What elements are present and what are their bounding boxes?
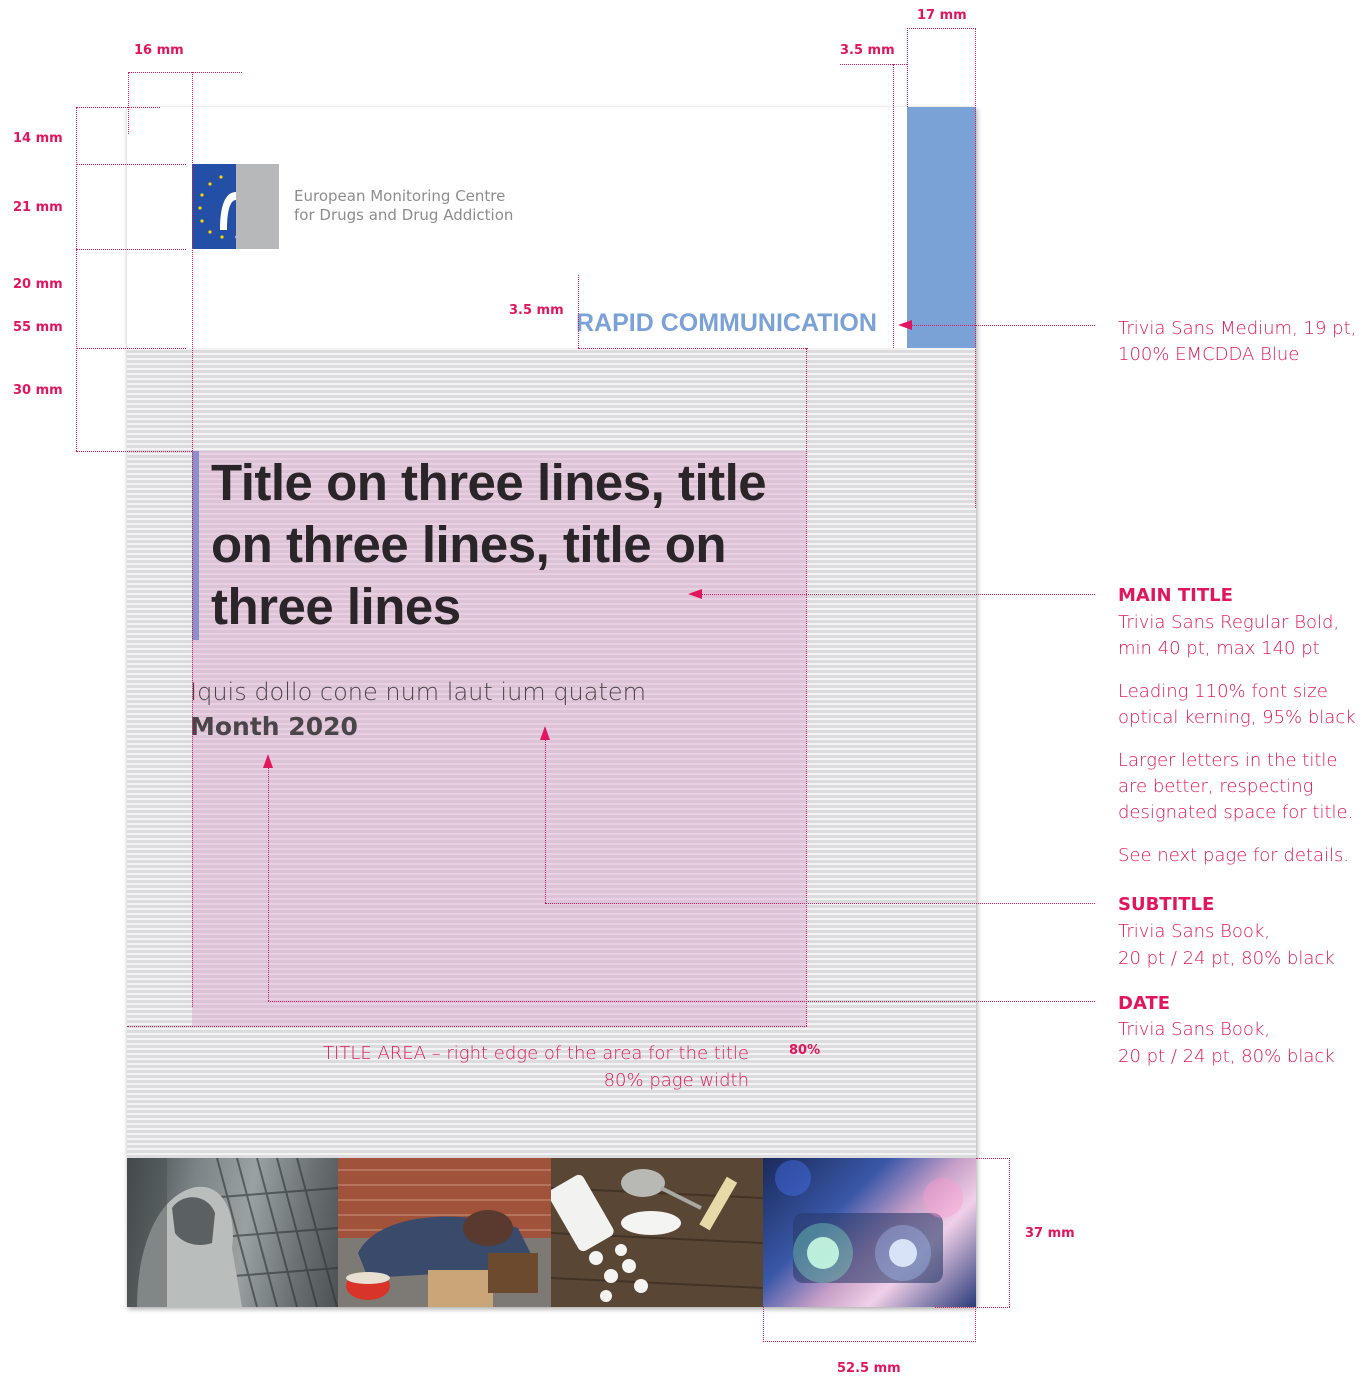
arrow-series-label-icon — [898, 320, 912, 330]
homeless-person-image — [338, 1158, 551, 1307]
date-heading: DATE — [1118, 993, 1171, 1014]
dim-top-margin: 16 mm — [134, 43, 184, 58]
main-title-heading: MAIN TITLE — [1118, 585, 1233, 606]
org-line-2: for Drugs and Drug Addiction — [294, 206, 514, 224]
blue-strip — [907, 107, 976, 348]
series-label-spec-2: 100% EMCDDA Blue — [1118, 344, 1300, 365]
dim-strip-width: 17 mm — [917, 8, 967, 23]
dim-logo-height: 21 mm — [13, 200, 63, 215]
date: Month 2020 — [190, 712, 358, 741]
main-title-spec-1: Trivia Sans Regular Bold, — [1118, 612, 1340, 633]
arrow-main-title-icon — [688, 589, 702, 599]
organization-name: European Monitoring Centre for Drugs and… — [294, 187, 513, 225]
arrow-subtitle-icon — [540, 726, 550, 740]
subtitle-spec-2: 20 pt / 24 pt, 80% black — [1118, 948, 1335, 969]
main-title-spec-5: Larger letters in the title — [1118, 750, 1338, 771]
dim-strip-gap: 3.5 mm — [840, 43, 895, 58]
main-title-spec-3: Leading 110% font size — [1118, 681, 1328, 702]
dim-title-area-width: 80% — [789, 1043, 821, 1058]
logo-grey-half — [236, 164, 279, 249]
dim-rapid-gap: 3.5 mm — [509, 303, 564, 318]
org-line-1: European Monitoring Centre — [294, 187, 506, 205]
arrow-date-icon — [263, 754, 273, 768]
series-label-spec-1: Trivia Sans Medium, 19 pt, — [1118, 318, 1357, 339]
photo-drugs — [551, 1158, 763, 1307]
dim-photo-width: 52.5 mm — [837, 1361, 901, 1376]
main-title-spec-7: designated space for title. — [1118, 802, 1354, 823]
title-area-note: TITLE AREA – right edge of the area for … — [250, 1040, 749, 1094]
main-title-spec-6: are better, respecting — [1118, 776, 1314, 797]
emcdda-logo — [192, 164, 268, 249]
subtitle: Iquis dollo cone num laut ium quatem — [190, 678, 647, 706]
police-car-image — [775, 1160, 963, 1283]
main-title-spec-2: min 40 pt, max 140 pt — [1118, 638, 1320, 659]
title-area-note-line-1: TITLE AREA – right edge of the area for … — [323, 1043, 749, 1064]
dim-header-top: 14 mm — [13, 131, 63, 146]
dim-title-offset: 30 mm — [13, 383, 63, 398]
dim-header-total: 55 mm — [13, 320, 63, 335]
subtitle-heading: SUBTITLE — [1118, 894, 1215, 915]
dim-gap-below-logo: 20 mm — [13, 277, 63, 292]
main-title: Title on three lines, title on three lin… — [211, 454, 767, 635]
subtitle-spec-1: Trivia Sans Book, — [1118, 921, 1271, 942]
photo-police-car — [763, 1158, 976, 1307]
date-spec-2: 20 pt / 24 pt, 80% black — [1118, 1046, 1335, 1067]
dim-photo-height: 37 mm — [1025, 1226, 1075, 1241]
date-spec-1: Trivia Sans Book, — [1118, 1019, 1271, 1040]
title-accent-bar — [192, 451, 199, 640]
photo-homeless-person — [338, 1158, 551, 1307]
photo-hooded-person — [127, 1158, 338, 1307]
hooded-person-image — [127, 1158, 338, 1307]
title-area-note-line-2: 80% page width — [603, 1070, 749, 1091]
series-label: RAPID COMMUNICATION — [576, 309, 877, 337]
main-title-spec-4: optical kerning, 95% black — [1118, 707, 1356, 728]
drugs-image — [551, 1158, 763, 1307]
main-title-spec-8: See next page for details. — [1118, 845, 1350, 866]
